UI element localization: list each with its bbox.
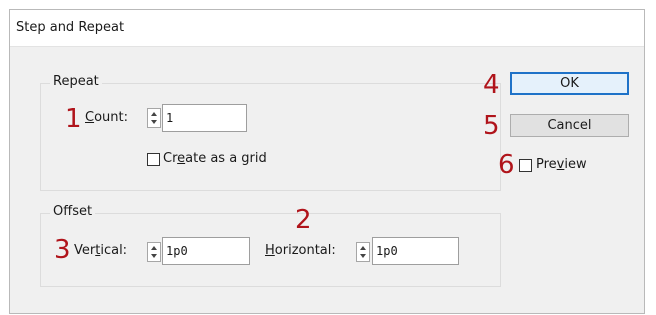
- stepper-down-icon[interactable]: [360, 254, 366, 258]
- title-bar: Step and Repeat: [10, 10, 644, 47]
- create-as-grid-checkbox[interactable]: [147, 153, 160, 166]
- horizontal-input[interactable]: 1p0: [372, 237, 459, 265]
- count-stepper[interactable]: [147, 108, 161, 128]
- annotation-5: 5: [483, 111, 500, 141]
- vertical-stepper[interactable]: [147, 242, 161, 262]
- create-as-grid-label: Create as a grid: [163, 151, 267, 166]
- stepper-up-icon[interactable]: [151, 246, 157, 250]
- dialog-title: Step and Repeat: [16, 20, 125, 35]
- vertical-input[interactable]: 1p0: [162, 237, 250, 265]
- step-and-repeat-dialog: Step and Repeat Repeat 1 Count: 1 Create…: [9, 9, 645, 314]
- preview-checkbox[interactable]: [519, 159, 532, 172]
- vertical-label: Vertical:: [74, 243, 128, 258]
- repeat-group-label: Repeat: [50, 74, 102, 89]
- repeat-group: [40, 83, 501, 191]
- annotation-3: 3: [54, 235, 71, 265]
- annotation-2: 2: [295, 205, 312, 235]
- stepper-down-icon[interactable]: [151, 120, 157, 124]
- horizontal-stepper[interactable]: [356, 242, 370, 262]
- stepper-up-icon[interactable]: [360, 246, 366, 250]
- annotation-6: 6: [498, 150, 515, 180]
- stepper-up-icon[interactable]: [151, 112, 157, 116]
- count-input[interactable]: 1: [162, 104, 247, 132]
- preview-label: Preview: [536, 157, 587, 172]
- count-label: Count:: [85, 110, 128, 125]
- stepper-down-icon[interactable]: [151, 254, 157, 258]
- cancel-button[interactable]: Cancel: [510, 114, 629, 137]
- annotation-4: 4: [483, 70, 500, 100]
- offset-group-label: Offset: [50, 204, 96, 219]
- annotation-1: 1: [65, 104, 82, 134]
- horizontal-label: Horizontal:: [265, 243, 336, 258]
- ok-button[interactable]: OK: [510, 72, 629, 95]
